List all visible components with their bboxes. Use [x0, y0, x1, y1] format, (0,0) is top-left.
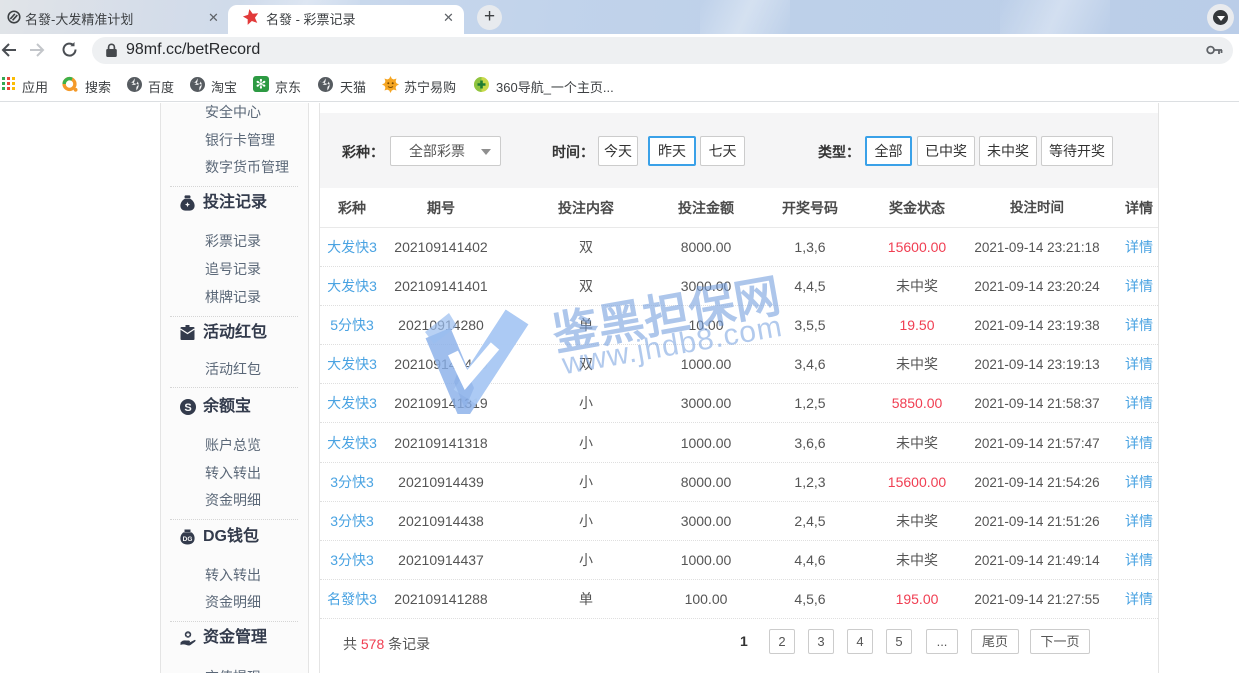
svg-text:S: S — [184, 402, 191, 414]
svg-text:✻: ✻ — [256, 77, 267, 92]
svg-text:DG: DG — [183, 536, 193, 543]
